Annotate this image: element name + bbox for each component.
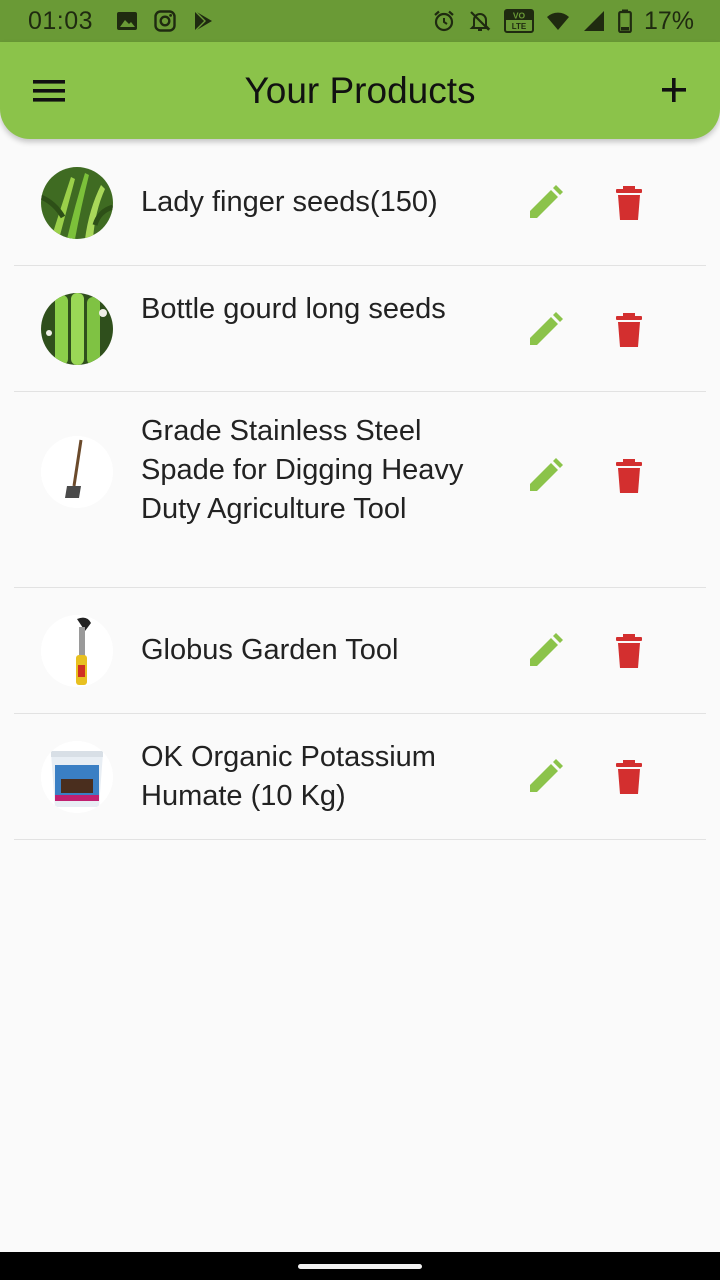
signal-icon [583, 11, 604, 31]
battery-percent: 17% [643, 6, 694, 35]
image-icon [117, 12, 138, 30]
delete-icon[interactable] [609, 456, 649, 496]
delete-icon[interactable] [609, 310, 649, 350]
play-store-icon [194, 10, 213, 32]
product-name: Bottle gourd long seeds [141, 293, 446, 325]
product-row: Bottle gourd long seeds [14, 266, 706, 392]
instagram-icon [154, 10, 176, 32]
menu-icon[interactable] [30, 74, 70, 108]
edit-icon[interactable] [525, 757, 565, 797]
svg-text:LTE: LTE [512, 22, 527, 31]
edit-icon[interactable] [525, 183, 565, 223]
edit-icon[interactable] [525, 310, 565, 350]
product-name: Lady finger seeds(150) [141, 186, 438, 218]
garden-tool-image [41, 615, 113, 687]
okra-image [41, 167, 113, 239]
svg-text:VO: VO [513, 11, 526, 21]
page-title: Your Products [244, 69, 476, 111]
product-row: OK Organic Potassium Humate (10 Kg) [14, 714, 706, 840]
status-left-icons [115, 9, 215, 33]
status-time: 01:03 [28, 6, 94, 35]
edit-icon[interactable] [525, 456, 565, 496]
alarm-icon [434, 10, 454, 32]
wifi-icon [546, 12, 569, 30]
humate-bucket-image [41, 741, 113, 813]
product-row: Globus Garden Tool [14, 588, 706, 714]
product-row: Grade Stainless Steel Spade for Digging … [14, 392, 706, 588]
bottle-gourd-image [41, 293, 113, 365]
delete-icon[interactable] [609, 757, 649, 797]
volte-icon: VOLTE [503, 9, 534, 33]
battery-icon [618, 9, 632, 33]
home-gesture-handle[interactable] [298, 1264, 422, 1269]
product-list: Lady finger seeds(150) Bottle gourd long… [0, 139, 720, 840]
product-name: Globus Garden Tool [141, 634, 399, 666]
status-bar: 01:03 VO LTE 17% [0, 0, 720, 42]
app-bar: Your Products [0, 42, 720, 139]
system-nav-bar [0, 1252, 720, 1280]
edit-icon[interactable] [525, 631, 565, 671]
product-name: Grade Stainless Steel Spade for Digging … [141, 415, 464, 525]
notifications-off-icon [469, 11, 491, 31]
status-right-icons: VO LTE 17% [432, 7, 694, 36]
delete-icon[interactable] [609, 183, 649, 223]
delete-icon[interactable] [609, 631, 649, 671]
product-row: Lady finger seeds(150) [14, 139, 706, 266]
add-icon[interactable] [654, 70, 694, 110]
product-name: OK Organic Potassium Humate (10 Kg) [141, 741, 436, 812]
spade-image [41, 436, 113, 508]
